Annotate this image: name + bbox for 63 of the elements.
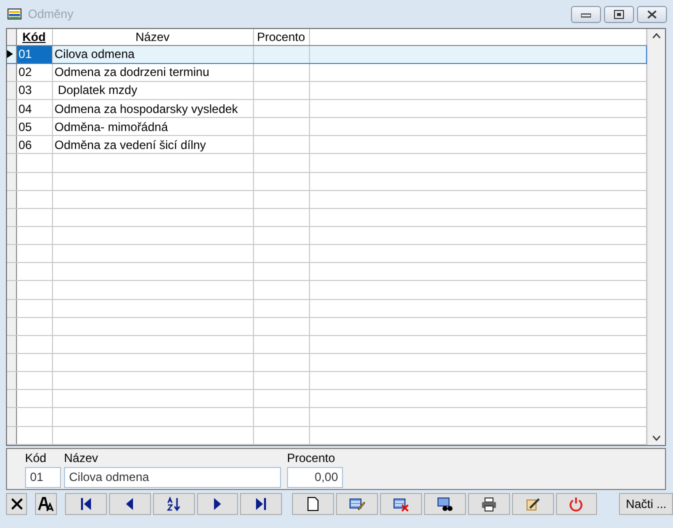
field-label: Procento (287, 451, 336, 466)
scroll-up-icon[interactable] (652, 33, 662, 39)
power-icon (568, 496, 584, 512)
minimize-icon (581, 12, 591, 18)
find-button[interactable] (424, 493, 466, 515)
scroll-down-icon[interactable] (652, 435, 662, 441)
table-row[interactable]: 05 Odměna- mimořádná (7, 118, 647, 136)
table-cell: 06 (16, 136, 52, 154)
input-field[interactable]: 0,00 (287, 466, 343, 488)
close-icon (8, 496, 25, 512)
column-header[interactable]: Kód (16, 29, 52, 46)
load-button[interactable]: Načti ... (619, 493, 673, 515)
next-record-button[interactable] (196, 493, 238, 515)
close-button[interactable] (637, 6, 667, 23)
table-cell: Cilova odmena (52, 45, 253, 64)
first-record-button[interactable] (64, 493, 107, 515)
print-button[interactable] (468, 493, 510, 515)
printer-icon (480, 496, 497, 512)
table-row[interactable]: 03 Doplatek mzdy (7, 81, 647, 100)
table-row[interactable]: 06 Odměna za vedení šicí dílny (7, 136, 647, 154)
scrollbar[interactable] (647, 29, 665, 445)
new-record-button[interactable] (292, 493, 334, 515)
table-row[interactable]: 02 Odmena za dodrzeni terminu (7, 63, 647, 82)
font-button[interactable] (35, 493, 57, 515)
table-cell: Doplatek mzdy (52, 81, 253, 100)
delete-record-button[interactable] (380, 493, 422, 515)
sort-button[interactable] (152, 493, 195, 515)
maximize-button[interactable] (604, 6, 634, 23)
sort-icon (166, 496, 182, 512)
cancel-button[interactable] (6, 493, 28, 515)
edit-icon (349, 496, 366, 512)
table-cell: 03 (16, 81, 52, 100)
field-label: Kód (25, 451, 48, 466)
input-field[interactable]: Cilova odmena (64, 466, 281, 488)
minimize-button[interactable] (571, 6, 601, 23)
window-title: Odměny (28, 7, 74, 21)
table-cell: 01 (16, 45, 52, 64)
delete-icon (392, 496, 409, 512)
column-header[interactable]: Procento (253, 29, 309, 46)
table-cell: 04 (16, 100, 52, 118)
document-icon (305, 496, 322, 512)
table-row[interactable]: 04 Odmena za hospodarsky vysledek (7, 100, 647, 118)
binoculars-icon (436, 496, 453, 512)
tools-icon (524, 496, 541, 512)
current-row-icon (7, 50, 13, 58)
exit-button[interactable] (556, 493, 598, 515)
table-cell: Odměna za vedení šicí dílny (52, 136, 253, 154)
app-icon (6, 6, 24, 22)
table-cell: 02 (16, 63, 52, 82)
previous-record-button[interactable] (108, 493, 151, 515)
tools-button[interactable] (512, 493, 554, 515)
edit-record-button[interactable] (336, 493, 378, 515)
table-cell: Odmena za dodrzeni terminu (52, 63, 253, 82)
table-cell: Odměna- mimořádná (52, 118, 253, 136)
last-record-button[interactable] (240, 493, 282, 515)
table-cell: 05 (16, 118, 52, 136)
font-icon (38, 496, 54, 512)
input-field[interactable]: 01 (25, 466, 61, 488)
field-label: Název (64, 451, 100, 466)
table-cell: Odmena za hospodarsky vysledek (52, 100, 253, 118)
maximize-icon (614, 10, 624, 19)
close-icon (647, 10, 657, 19)
column-header[interactable]: Název (52, 29, 253, 46)
